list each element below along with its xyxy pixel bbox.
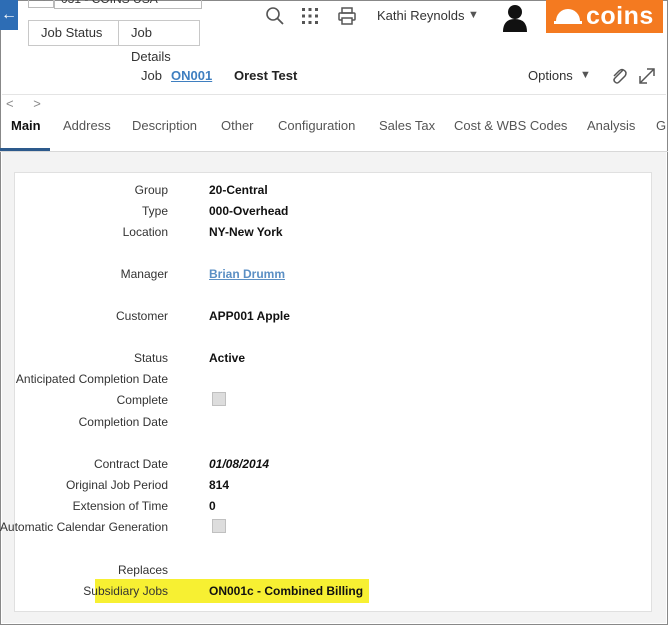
field-subsidiary-jobs: Subsidiary Jobs ON001c - Combined Billin… <box>0 581 640 601</box>
field-value: 20-Central <box>209 183 268 197</box>
field-group: Group 20-Central <box>0 180 640 200</box>
field-original-job-period: Original Job Period 814 <box>0 475 640 495</box>
field-contract-date: Contract Date 01/08/2014 <box>0 454 640 474</box>
tab-bar: Main Address Description Other Configura… <box>0 112 668 152</box>
field-value: ON001c - Combined Billing <box>209 584 364 598</box>
field-value: 000-Overhead <box>209 204 289 218</box>
job-label: Job <box>141 68 162 83</box>
chevron-down-icon[interactable]: ▼ <box>468 9 479 21</box>
field-label: Extension of Time <box>72 499 168 513</box>
options-menu[interactable]: Options <box>528 68 573 83</box>
search-icon[interactable] <box>265 6 285 26</box>
field-extension-of-time: Extension of Time 0 <box>0 496 640 516</box>
field-status: Status Active <box>0 348 640 368</box>
divider <box>2 94 666 95</box>
field-label: Manager <box>120 267 168 281</box>
breadcrumb-top: ✎031 - COINS USA <box>28 0 202 10</box>
apps-grid-icon[interactable] <box>300 6 320 26</box>
field-label: Location <box>122 225 168 239</box>
field-label: Type <box>141 204 168 218</box>
field-label: Replaces <box>117 563 168 577</box>
user-name[interactable]: Kathi Reynolds <box>377 8 464 23</box>
user-avatar-icon[interactable] <box>500 2 530 32</box>
tab-main[interactable]: Main <box>11 112 41 152</box>
field-completion-date: Completion Date <box>0 412 640 432</box>
coins-logo: coins <box>546 0 663 33</box>
tab-configuration[interactable]: Configuration <box>278 112 355 152</box>
manager-link[interactable]: Brian Drumm <box>209 267 285 281</box>
tab-sales-tax[interactable]: Sales Tax <box>379 112 435 152</box>
field-label: Automatic Calendar Generation <box>0 520 168 534</box>
field-customer: Customer APP001 Apple <box>0 306 640 326</box>
field-anticipated-completion-date: Anticipated Completion Date <box>0 369 640 389</box>
field-location: Location NY-New York <box>0 222 640 242</box>
tab-scroll-arrows[interactable]: < > <box>6 96 49 111</box>
field-label: Subsidiary Jobs <box>83 584 168 598</box>
field-label: Anticipated Completion Date <box>15 372 168 386</box>
field-label: Complete <box>116 393 168 407</box>
automatic-calendar-checkbox[interactable] <box>212 519 226 533</box>
expand-icon[interactable] <box>637 66 657 86</box>
tab-address[interactable]: Address <box>63 112 111 152</box>
field-value: NY-New York <box>209 225 283 239</box>
field-label: Original Job Period <box>65 478 168 492</box>
tab-cost-wbs-codes[interactable]: Cost & WBS Codes <box>454 112 567 152</box>
field-complete: Complete <box>0 390 640 410</box>
logo-text: coins <box>586 2 654 30</box>
field-value: Active <box>209 351 246 365</box>
field-label: Customer <box>115 309 168 323</box>
field-replaces: Replaces <box>0 560 640 580</box>
field-label: Contract Date <box>93 457 168 471</box>
field-label: Completion Date <box>78 415 168 429</box>
field-label: Group <box>134 183 168 197</box>
field-value: 0 <box>209 499 216 513</box>
field-label: Status <box>133 351 168 365</box>
complete-checkbox[interactable] <box>212 392 226 406</box>
field-value: APP001 Apple <box>209 309 290 323</box>
crumb-job-details[interactable]: Job Details <box>118 20 200 64</box>
job-name: Orest Test <box>234 68 298 83</box>
pencil-icon[interactable]: ✎ <box>28 0 54 8</box>
tab-analysis[interactable]: Analysis <box>587 112 635 152</box>
tab-description[interactable]: Description <box>132 112 197 152</box>
printer-icon[interactable] <box>337 6 357 26</box>
field-type: Type 000-Overhead <box>0 201 640 221</box>
tab-overflow[interactable]: G <box>656 112 666 152</box>
field-manager: Manager Brian Drumm <box>0 264 640 284</box>
paperclip-icon[interactable] <box>610 66 628 86</box>
crumb-job-status[interactable]: Job Status <box>28 20 120 46</box>
field-automatic-calendar-generation: Automatic Calendar Generation <box>0 517 640 537</box>
company-crumb[interactable]: 031 - COINS USA <box>54 0 202 9</box>
job-code-link[interactable]: ON001 <box>171 68 212 83</box>
field-value: 814 <box>209 478 230 492</box>
tab-other[interactable]: Other <box>221 112 254 152</box>
back-arrow-icon[interactable]: ← <box>0 0 18 30</box>
chevron-down-icon[interactable]: ▼ <box>580 69 591 81</box>
field-value: 01/08/2014 <box>209 457 270 471</box>
